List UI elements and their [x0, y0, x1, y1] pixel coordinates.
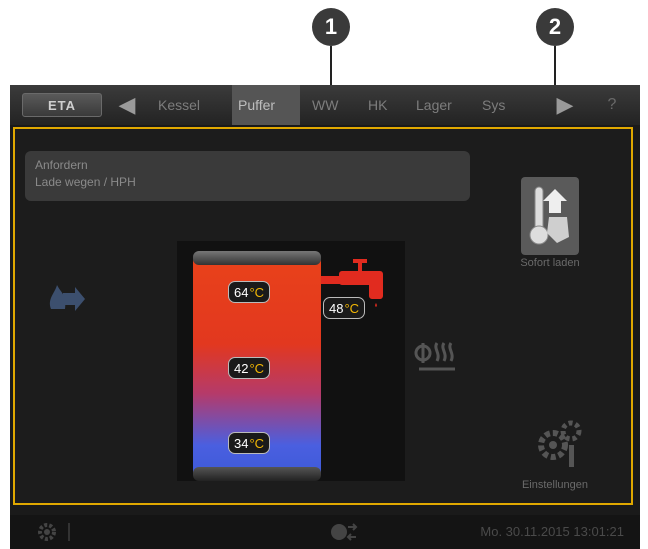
buffer-panel: Anfordern Lade wegen / HPH 64°C 42°C 34°… [13, 127, 633, 505]
status-line-2: Lade wegen / HPH [35, 175, 136, 189]
tab-hk[interactable]: HK [362, 85, 393, 125]
tank-temp-mid-value: 42 [234, 361, 249, 376]
gears-icon[interactable] [531, 415, 587, 471]
hot-water-temp-unit: °C [344, 301, 360, 316]
hot-water-temp: 48°C [323, 297, 366, 319]
tank-bottom-cap [193, 467, 321, 481]
tank-top-cap [193, 251, 321, 265]
sofort-laden-button[interactable] [521, 177, 579, 255]
tank-temp-mid: 42°C [228, 357, 271, 379]
hot-water-temp-value: 48 [329, 301, 344, 316]
tab-ww[interactable]: WW [306, 85, 344, 125]
flame-arrow-icon[interactable] [45, 279, 85, 319]
tank-temp-bottom-value: 34 [234, 436, 249, 451]
tab-kessel[interactable]: Kessel [152, 85, 206, 125]
tank-temp-top-unit: °C [249, 285, 265, 300]
tank-temp-mid-unit: °C [249, 361, 265, 376]
einstellungen-label: Einstellungen [521, 479, 589, 491]
tab-lager[interactable]: Lager [410, 85, 458, 125]
tank-temp-top: 64°C [228, 281, 271, 303]
help-button[interactable]: ? [598, 93, 626, 117]
thermometer-hand-icon [527, 183, 573, 254]
tab-sys[interactable]: Sys [476, 85, 511, 125]
top-navigation-bar: ETA ◀ Kessel Puffer WW HK Lager Sys ▶ ? [10, 85, 640, 125]
tab-puffer[interactable]: Puffer [232, 85, 300, 125]
gear-icon[interactable] [36, 521, 58, 543]
nav-left-arrow-icon[interactable]: ◀ [112, 91, 142, 119]
status-datetime: Mo. 30.11.2015 13:01:21 [480, 524, 624, 539]
status-line-1: Anfordern [35, 158, 88, 172]
tank-temp-bottom-unit: °C [249, 436, 265, 451]
bottom-status-bar: Mo. 30.11.2015 13:01:21 [10, 515, 640, 549]
heating-coil-icon[interactable] [413, 339, 459, 377]
status-divider [68, 523, 70, 541]
status-info-box: Anfordern Lade wegen / HPH [25, 151, 470, 201]
nav-right-arrow-icon[interactable]: ▶ [550, 91, 580, 119]
callout-2: 2 [536, 8, 574, 46]
eta-logo[interactable]: ETA [22, 93, 102, 117]
tank-temp-top-value: 64 [234, 285, 249, 300]
callout-1: 1 [312, 8, 350, 46]
sofort-laden-label: Sofort laden [520, 257, 580, 269]
globe-arrows-icon[interactable] [328, 521, 360, 543]
tank-temp-bottom: 34°C [228, 432, 271, 454]
device-screen: ETA ◀ Kessel Puffer WW HK Lager Sys ▶ ? … [10, 85, 640, 549]
